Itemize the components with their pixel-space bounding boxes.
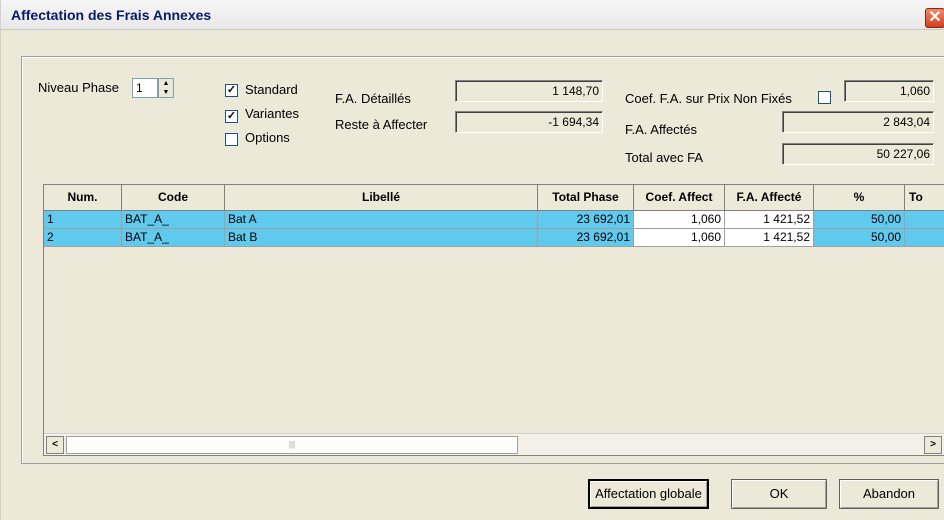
- spin-arrows-icon[interactable]: ▲ ▼: [158, 78, 174, 98]
- ok-button[interactable]: OK: [731, 479, 827, 509]
- variantes-checkbox[interactable]: ✓: [225, 110, 238, 123]
- cell-code: BAT_A_: [122, 211, 225, 229]
- cell-pct: 50,00: [814, 229, 905, 247]
- abandon-button[interactable]: Abandon: [839, 479, 939, 509]
- affectation-globale-button[interactable]: Affectation globale: [588, 479, 709, 509]
- horizontal-scrollbar[interactable]: < ||| >: [44, 433, 944, 455]
- options-label: Options: [245, 130, 290, 145]
- cell-total-phase: 23 692,01: [538, 211, 634, 229]
- cell-fa-affecte[interactable]: 1 421,52: [725, 211, 814, 229]
- col-num-header[interactable]: Num.: [44, 185, 122, 211]
- table-row[interactable]: 2 BAT_A_ Bat B 23 692,01 1,060 1 421,52 …: [44, 229, 944, 247]
- chevron-left-icon: <: [52, 439, 58, 450]
- title-bar[interactable]: Affectation des Frais Annexes ✕: [1, 0, 944, 30]
- coef-fa-field: 1,060: [844, 80, 934, 102]
- data-grid[interactable]: Num. Code Libellé Total Phase Coef. Affe…: [43, 184, 944, 456]
- cell-code: BAT_A_: [122, 229, 225, 247]
- chevron-right-icon: >: [930, 439, 936, 450]
- grid-header: Num. Code Libellé Total Phase Coef. Affe…: [44, 185, 944, 211]
- scroll-left-button[interactable]: <: [46, 436, 64, 454]
- scroll-thumb[interactable]: |||: [66, 436, 518, 454]
- col-code-header[interactable]: Code: [122, 185, 225, 211]
- cell-fa-affecte[interactable]: 1 421,52: [725, 229, 814, 247]
- col-to-header[interactable]: To: [905, 185, 944, 211]
- scroll-right-button[interactable]: >: [924, 436, 942, 454]
- standard-label: Standard: [245, 82, 298, 97]
- col-libelle-header[interactable]: Libellé: [225, 185, 538, 211]
- cell-total-phase: 23 692,01: [538, 229, 634, 247]
- cell-coef[interactable]: 1,060: [634, 229, 725, 247]
- cell-num: 2: [44, 229, 122, 247]
- niveau-phase-input[interactable]: 1: [132, 78, 158, 98]
- coef-fa-checkbox[interactable]: [818, 91, 831, 104]
- col-coef-header[interactable]: Coef. Affect: [634, 185, 725, 211]
- close-button[interactable]: ✕: [925, 8, 944, 28]
- check-icon: ✓: [226, 84, 237, 96]
- standard-checkbox[interactable]: ✓: [225, 84, 238, 97]
- reste-label: Reste à Affecter: [335, 117, 428, 132]
- col-total-phase-header[interactable]: Total Phase: [538, 185, 634, 211]
- options-checkbox[interactable]: [225, 133, 238, 146]
- col-fa-affecte-header[interactable]: F.A. Affecté: [725, 185, 814, 211]
- table-row[interactable]: 1 BAT_A_ Bat A 23 692,01 1,060 1 421,52 …: [44, 211, 944, 229]
- grip-icon: |||: [288, 440, 296, 449]
- cell-coef[interactable]: 1,060: [634, 211, 725, 229]
- cell-to: [905, 229, 944, 247]
- cell-libelle: Bat B: [225, 229, 538, 247]
- window-title: Affectation des Frais Annexes: [11, 7, 212, 23]
- fa-detailles-field: 1 148,70: [455, 80, 603, 102]
- dialog-window: Affectation des Frais Annexes ✕ Niveau P…: [0, 0, 944, 520]
- close-icon: ✕: [928, 9, 942, 26]
- total-fa-label: Total avec FA: [625, 150, 704, 165]
- cell-pct: 50,00: [814, 211, 905, 229]
- fa-affectes-label: F.A. Affectés: [625, 122, 698, 137]
- col-pct-header[interactable]: %: [814, 185, 905, 211]
- reste-field: -1 694,34: [455, 111, 603, 133]
- fa-detailles-label: F.A. Détaillés: [335, 91, 411, 106]
- fa-affectes-field: 2 843,04: [782, 111, 934, 133]
- coef-fa-label: Coef. F.A. sur Prix Non Fixés: [625, 91, 792, 106]
- cell-num: 1: [44, 211, 122, 229]
- niveau-phase-label: Niveau Phase: [38, 80, 119, 95]
- check-icon: ✓: [226, 110, 237, 122]
- total-fa-field: 50 227,06: [782, 143, 934, 165]
- cell-to: [905, 211, 944, 229]
- variantes-label: Variantes: [245, 106, 299, 121]
- cell-libelle: Bat A: [225, 211, 538, 229]
